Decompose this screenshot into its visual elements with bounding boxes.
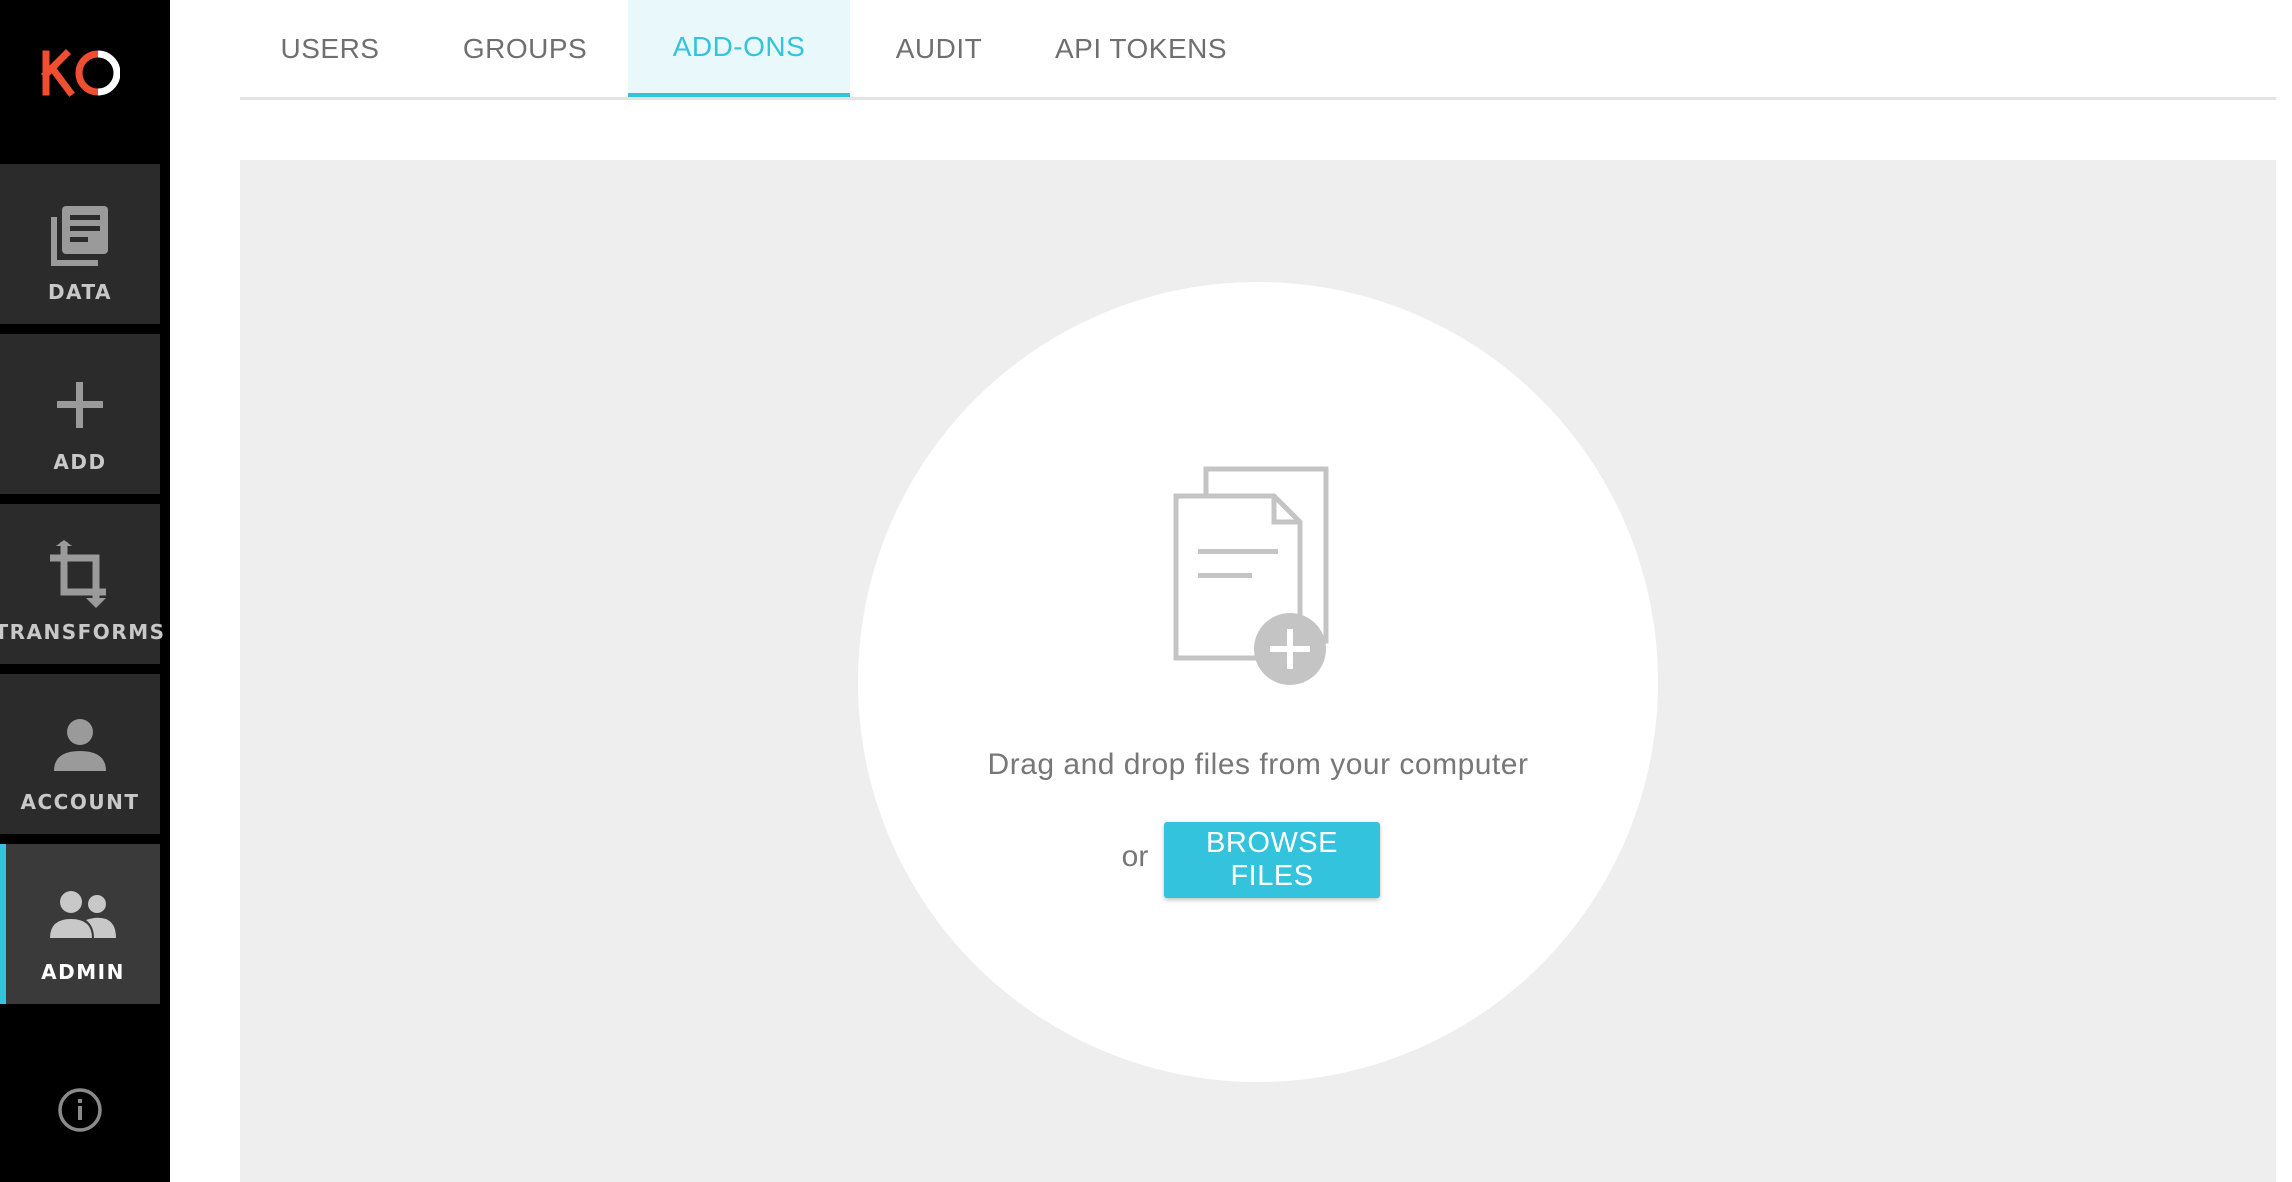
tab-label: GROUPS xyxy=(462,32,588,64)
tab-label: ADD-ONS xyxy=(672,30,806,62)
tab-audit[interactable]: AUDIT xyxy=(850,0,1028,97)
browse-files-button[interactable]: BROWSE FILES xyxy=(1164,822,1380,898)
tab-users[interactable]: USERS xyxy=(240,0,420,97)
drop-instructions: Drag and drop files from your computer xyxy=(987,748,1529,781)
info-icon[interactable] xyxy=(57,1087,103,1133)
tab-label: AUDIT xyxy=(895,32,983,64)
data-icon xyxy=(48,200,112,270)
sidebar: DATA ADD TRANSFORMS ACCOUNT ADMIN xyxy=(0,0,170,1182)
sidebar-item-account[interactable]: ACCOUNT xyxy=(0,674,160,834)
tab-label: USERS xyxy=(280,32,380,64)
crop-icon xyxy=(48,540,112,610)
people-icon xyxy=(50,880,116,950)
sidebar-item-transforms[interactable]: TRANSFORMS xyxy=(0,504,164,664)
admin-tabs: USERS GROUPS ADD-ONS AUDIT API TOKENS xyxy=(240,0,2276,100)
sidebar-item-label: TRANSFORMS xyxy=(0,620,166,644)
tab-label: API TOKENS xyxy=(1054,32,1228,64)
sidebar-item-data[interactable]: DATA xyxy=(0,164,160,324)
sidebar-item-label: ADD xyxy=(53,450,107,474)
tab-add-ons[interactable]: ADD-ONS xyxy=(628,0,850,97)
tab-api-tokens[interactable]: API TOKENS xyxy=(1028,0,1254,97)
plus-icon xyxy=(55,370,105,440)
file-add-icon xyxy=(1172,466,1332,686)
ko-logo-icon xyxy=(41,48,120,97)
brand-logo[interactable] xyxy=(0,40,160,105)
sidebar-item-label: ACCOUNT xyxy=(20,790,140,814)
sidebar-item-add[interactable]: ADD xyxy=(0,334,160,494)
tab-groups[interactable]: GROUPS xyxy=(420,0,630,97)
person-icon xyxy=(52,710,108,780)
sidebar-item-label: ADMIN xyxy=(41,960,125,984)
sidebar-item-admin[interactable]: ADMIN xyxy=(0,844,160,1004)
or-label: or xyxy=(1121,840,1149,873)
sidebar-item-label: DATA xyxy=(47,280,113,304)
